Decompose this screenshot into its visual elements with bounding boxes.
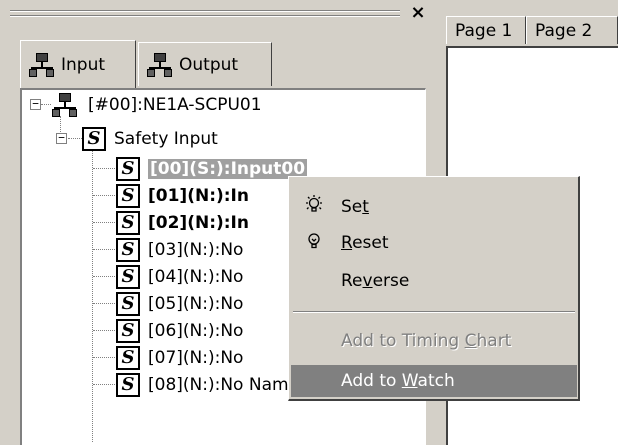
tree-item-label: [01](N:):In (148, 186, 249, 206)
safety-s-icon: S (116, 238, 140, 262)
context-menu: Set Reset Reverse Add to Timing Chart Ad… (288, 176, 580, 401)
tree-item-02[interactable]: S [02](N:):In (116, 210, 249, 236)
lightbulb-on-icon (299, 194, 329, 221)
tree-item-00[interactable]: S [00](S:):Input00 (116, 156, 308, 182)
collapse-root-expander[interactable]: − (30, 98, 41, 110)
tree-item-label: [03](N:):No (148, 240, 244, 260)
tree-root-node[interactable]: [#00]:NE1A-SCPU01 (52, 92, 262, 118)
tree-item-06[interactable]: S [06](N:):No (116, 318, 243, 344)
tree-item-label: [00](S:):Input00 (148, 159, 308, 179)
safety-s-icon: S (116, 319, 140, 343)
menu-item-watch-label: Add to Watch (341, 371, 455, 391)
safety-s-icon: S (116, 346, 140, 370)
safety-s-icon: S (116, 211, 140, 235)
menu-separator (293, 311, 575, 313)
safety-s-icon: S (116, 184, 140, 208)
menu-item-timing-label: Add to Timing Chart (341, 331, 512, 351)
menu-item-reverse[interactable]: Reverse (291, 265, 577, 297)
menu-item-set-label: Set (341, 197, 369, 217)
safety-s-icon: S (116, 157, 140, 181)
pane-grip[interactable] (10, 10, 400, 12)
safety-s-icon: S (116, 292, 140, 316)
tree-group-safety-input[interactable]: S Safety Input (82, 126, 218, 152)
lightbulb-off-icon (299, 230, 329, 257)
menu-item-reverse-label: Reverse (341, 271, 410, 291)
tab-page-1[interactable]: Page 1 (446, 16, 526, 44)
tab-output[interactable]: Output (138, 42, 272, 86)
safety-s-icon: S (116, 373, 140, 397)
tree-item-label: [06](N:):No (148, 321, 244, 341)
tree-item-04[interactable]: S [04](N:):No (116, 264, 243, 290)
safety-s-icon: S (116, 265, 140, 289)
tree-item-01[interactable]: S [01](N:):In (116, 183, 249, 209)
tree-item-label: [05](N:):No (148, 294, 244, 314)
collapse-group-expander[interactable]: − (56, 132, 67, 144)
tab-input[interactable]: Input (20, 40, 136, 88)
close-pane-button[interactable]: × (408, 2, 428, 24)
tree-item-label: [07](N:):No (148, 348, 244, 368)
menu-item-reset-label: Reset (341, 233, 389, 253)
network-icon (147, 52, 173, 78)
tree-item-label: [04](N:):No (148, 267, 244, 287)
network-icon (29, 52, 55, 78)
tree-root-label: [#00]:NE1A-SCPU01 (88, 95, 262, 115)
tree-item-05[interactable]: S [05](N:):No (116, 291, 243, 317)
tree-item-label: [02](N:):In (148, 213, 249, 233)
network-icon (52, 92, 78, 118)
tree-group-label: Safety Input (114, 129, 218, 149)
menu-item-add-to-watch[interactable]: Add to Watch (291, 365, 577, 397)
tree-item-label: [08](N:):No Name (148, 375, 300, 395)
pane-grip-line (10, 15, 400, 17)
safety-s-icon: S (82, 127, 106, 151)
tree-item-03[interactable]: S [03](N:):No (116, 237, 243, 263)
tab-page-2[interactable]: Page 2 (526, 16, 618, 44)
tree-item-08[interactable]: S [08](N:):No Name (116, 372, 299, 398)
menu-item-add-to-timing-chart: Add to Timing Chart (291, 325, 577, 357)
menu-item-reset[interactable]: Reset (291, 227, 577, 259)
tab-input-label: Input (61, 54, 106, 75)
menu-item-set[interactable]: Set (291, 191, 577, 223)
tab-output-label: Output (179, 54, 239, 75)
tree-item-07[interactable]: S [07](N:):No (116, 345, 243, 371)
